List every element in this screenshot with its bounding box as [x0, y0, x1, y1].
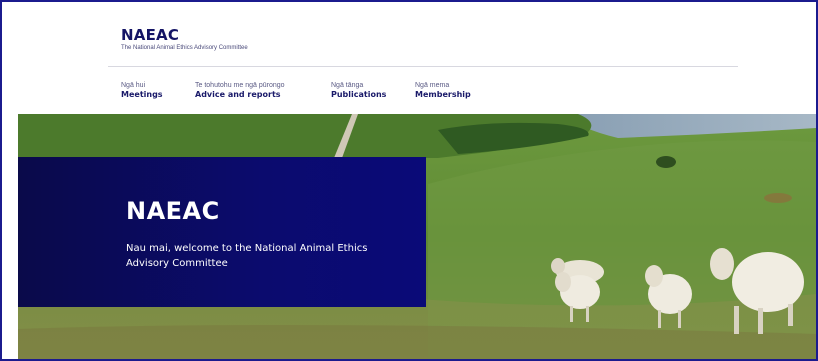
nav-item-label: Advice and reports	[195, 90, 281, 99]
nav-item-maori-label: Ngā hui	[121, 82, 146, 89]
site-name: NAEAC	[121, 26, 180, 44]
nav-item-publications[interactable]: Ngā tānga Publications	[331, 82, 386, 99]
nav-item-membership[interactable]: Ngā mema Membership	[415, 82, 471, 99]
site-subtitle: The National Animal Ethics Advisory Comm…	[121, 45, 248, 51]
nav-item-maori-label: Ngā tānga	[331, 82, 364, 89]
page-frame: NAEAC The National Animal Ethics Advisor…	[0, 0, 818, 361]
hero-welcome-text: Nau mai, welcome to the National Animal …	[126, 243, 368, 269]
nav-item-label: Membership	[415, 90, 471, 99]
nav-item-label: Publications	[331, 90, 387, 99]
nav-item-maori-label: Ngā mema	[415, 82, 450, 89]
nav-item-meetings[interactable]: Ngā hui Meetings	[121, 82, 163, 99]
nav-item-advice-and-reports[interactable]: Te tohutohu me ngā pūrongo Advice and re…	[195, 82, 285, 99]
header-divider	[108, 66, 738, 67]
hero-panel: NAEAC Nau mai, welcome to the National A…	[18, 157, 426, 307]
nav-item-maori-label: Te tohutohu me ngā pūrongo	[195, 82, 285, 89]
site-logo[interactable]: NAEAC The National Animal Ethics Advisor…	[121, 26, 248, 51]
nav-item-label: Meetings	[121, 90, 163, 99]
hero-title: NAEAC	[126, 197, 220, 225]
